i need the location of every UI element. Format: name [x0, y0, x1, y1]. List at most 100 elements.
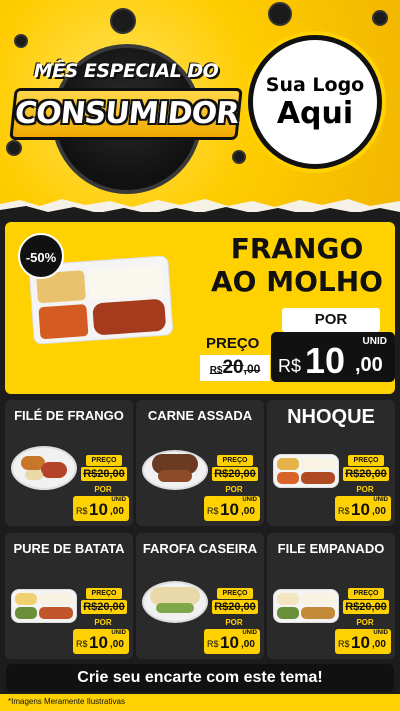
- food-rice: [87, 264, 164, 300]
- product-image: [142, 446, 208, 492]
- product-title: PURE DE BATATA: [13, 541, 125, 556]
- flyer: MÊS ESPECIAL DO CONSUMIDOR Sua Logo Aqui…: [0, 0, 400, 711]
- new-price-int: 10: [220, 633, 239, 652]
- new-price: UNID R$ 10 ,00: [73, 496, 129, 521]
- discount-badge: -50%: [18, 233, 64, 279]
- coin-icon: [372, 10, 388, 26]
- unit-label: UNID: [111, 497, 126, 503]
- featured-title-line2: AO MOLHO: [211, 265, 383, 298]
- coin-icon: [232, 150, 246, 164]
- new-price-currency: R$: [76, 639, 88, 649]
- old-price: R$20,00: [81, 600, 127, 614]
- new-price-int: 10: [220, 500, 239, 519]
- new-price-cents: ,00: [241, 506, 255, 517]
- unit-label: UNID: [362, 336, 387, 347]
- preco-label: PREÇO: [217, 455, 253, 466]
- preco-label: PREÇO: [217, 588, 253, 599]
- product-title: FILE EMPANADO: [277, 541, 385, 556]
- old-price: R$20,00: [81, 467, 127, 481]
- old-price: R$20,00: [212, 467, 258, 481]
- new-price-int: 10: [351, 500, 370, 519]
- new-price: UNID R$ 10 ,00: [73, 629, 129, 654]
- new-price-int: 10: [305, 340, 346, 381]
- logo-text-line2: Aqui: [276, 96, 354, 131]
- por-label: POR: [94, 618, 112, 627]
- product-image: [11, 579, 77, 625]
- coin-icon: [268, 2, 292, 26]
- header-banner: MÊS ESPECIAL DO CONSUMIDOR Sua Logo Aqui: [0, 0, 400, 212]
- product-card: NHOQUE PREÇO R$20,00 POR UNID R$ 10 ,00: [267, 400, 395, 526]
- event-badge: MÊS ESPECIAL DO CONSUMIDOR: [9, 36, 243, 196]
- new-price-currency: R$: [76, 506, 88, 516]
- featured-offer: -50% FRANGO AO MOLHO POR PREÇO R$20,00 U…: [5, 222, 395, 394]
- product-card: FILE EMPANADO PREÇO R$20,00 POR UNID R$ …: [267, 533, 395, 659]
- new-price-currency: R$: [278, 356, 302, 376]
- unit-label: UNID: [242, 630, 257, 636]
- por-label: POR: [94, 485, 112, 494]
- preco-label: PREÇO: [348, 455, 384, 466]
- preco-label: PREÇO: [86, 455, 122, 466]
- logo-text-line1: Sua Logo: [265, 74, 365, 96]
- featured-title: FRANGO AO MOLHO: [203, 232, 391, 298]
- unit-label: UNID: [373, 497, 388, 503]
- new-price-cents: ,00: [372, 639, 386, 650]
- por-label: POR: [225, 618, 243, 627]
- new-price: UNID R$ 10 ,00: [271, 332, 395, 382]
- logo-placeholder: Sua Logo Aqui: [248, 35, 382, 169]
- product-title: FAROFA CASEIRA: [142, 541, 258, 556]
- new-price-currency: R$: [207, 639, 219, 649]
- preco-label: PREÇO: [86, 588, 122, 599]
- product-card: FILÉ DE FRANGO PREÇO R$20,00 POR UNID R$…: [5, 400, 133, 526]
- food-chicken: [92, 298, 167, 336]
- por-label: POR: [225, 485, 243, 494]
- old-price: R$20,00: [212, 600, 258, 614]
- new-price: UNID R$ 10 ,00: [204, 496, 260, 521]
- new-price-currency: R$: [207, 506, 219, 516]
- product-image: [273, 579, 339, 625]
- por-label: POR: [356, 485, 374, 494]
- new-price: UNID R$ 10 ,00: [204, 629, 260, 654]
- unit-label: UNID: [242, 497, 257, 503]
- new-price-int: 10: [89, 500, 108, 519]
- unit-label: UNID: [373, 630, 388, 636]
- preco-label: PREÇO: [348, 588, 384, 599]
- new-price-cents: ,00: [110, 639, 124, 650]
- new-price: UNID R$ 10 ,00: [335, 496, 391, 521]
- por-label: POR: [282, 308, 380, 332]
- new-price-cents: ,00: [241, 639, 255, 650]
- disclaimer-text: *Imagens Meramente Ilustrativas: [8, 697, 125, 706]
- new-price-cents: ,00: [110, 506, 124, 517]
- product-title: CARNE ASSADA: [147, 408, 253, 423]
- product-image: [11, 446, 77, 492]
- new-price-cents: ,00: [355, 354, 383, 376]
- new-price-currency: R$: [338, 639, 350, 649]
- new-price-cents: ,00: [372, 506, 386, 517]
- disclaimer-bar: *Imagens Meramente Ilustrativas: [0, 694, 400, 711]
- unit-label: UNID: [111, 630, 126, 636]
- food-vegetables: [38, 304, 89, 340]
- product-image: [142, 579, 208, 625]
- old-price: R$20,00: [200, 355, 270, 381]
- product-card: CARNE ASSADA PREÇO R$20,00 POR UNID R$ 1…: [136, 400, 264, 526]
- badge-title: CONSUMIDOR: [9, 88, 243, 140]
- old-price-cents: ,00: [243, 362, 261, 376]
- preco-label: PREÇO: [206, 335, 260, 352]
- product-card: FAROFA CASEIRA PREÇO R$20,00 POR UNID R$…: [136, 533, 264, 659]
- torn-paper-edge: [0, 199, 400, 212]
- old-price: R$20,00: [343, 600, 389, 614]
- product-image: [273, 446, 339, 492]
- new-price: UNID R$ 10 ,00: [335, 629, 391, 654]
- new-price-int: 10: [351, 633, 370, 652]
- badge-subtitle: MÊS ESPECIAL DO: [33, 60, 219, 82]
- old-price-currency: R$: [209, 365, 223, 376]
- product-title: FILÉ DE FRANGO: [14, 408, 124, 423]
- featured-title-line1: FRANGO: [230, 232, 364, 265]
- product-title: NHOQUE: [287, 406, 375, 428]
- coin-icon: [110, 8, 136, 34]
- new-price-currency: R$: [338, 506, 350, 516]
- product-card: PURE DE BATATA PREÇO R$20,00 POR UNID R$…: [5, 533, 133, 659]
- old-price: R$20,00: [343, 467, 389, 481]
- new-price-int: 10: [89, 633, 108, 652]
- old-price-int: 20: [222, 357, 244, 378]
- cta-banner[interactable]: Crie seu encarte com este tema!: [6, 664, 394, 692]
